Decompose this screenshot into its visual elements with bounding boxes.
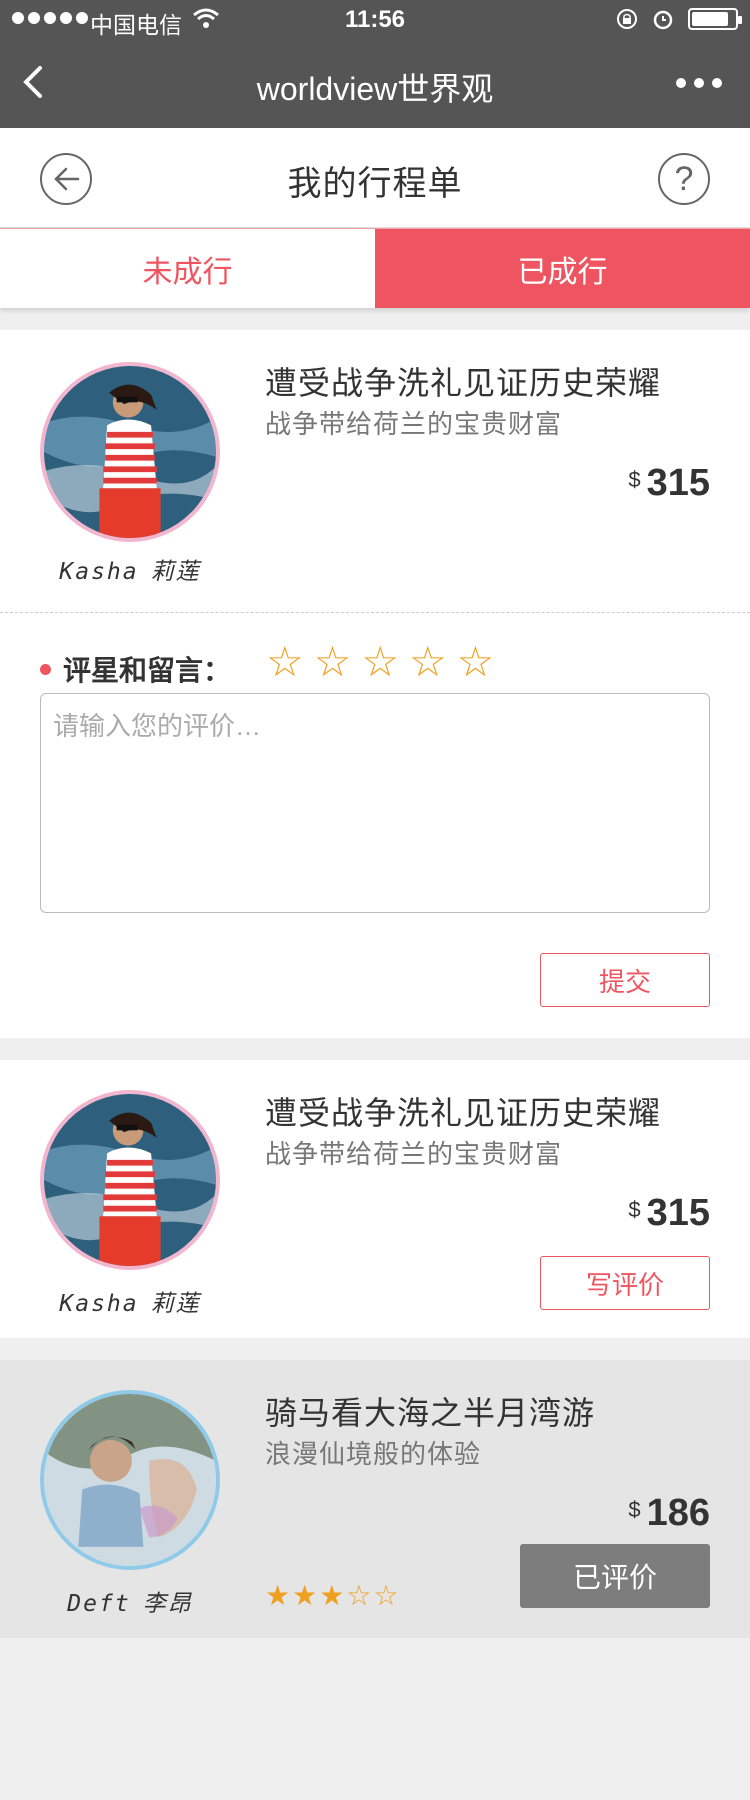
trip-price: $315: [628, 1192, 710, 1234]
guide-avatar: [40, 1090, 220, 1270]
guide-label: Kasha 莉莲: [59, 559, 201, 585]
battery-icon: [688, 8, 742, 30]
star-outline-icon[interactable]: ☆: [409, 641, 447, 683]
trip-subtitle: 战争带给荷兰的宝贵财富: [265, 409, 563, 439]
star-outline-icon[interactable]: ☆: [266, 641, 304, 683]
review-comment-input[interactable]: [40, 693, 710, 913]
more-icon[interactable]: [676, 78, 722, 88]
star-outline-icon[interactable]: ☆: [361, 641, 399, 683]
rotation-lock-icon: [617, 9, 637, 29]
trip-title: 遭受战争洗礼见证历史荣耀: [265, 365, 662, 401]
trip-price: $315: [628, 462, 710, 504]
star-rating-display: ★ ★ ★ ☆ ☆: [265, 1582, 399, 1610]
guide-label: Deft 李昂: [67, 1591, 193, 1617]
required-dot: [40, 663, 51, 675]
page-header: 我的行程单 ?: [0, 128, 750, 228]
review-form: 评星和留言： ☆☆☆☆☆ 提交: [0, 612, 750, 1038]
app-top-bar: 中国电信 11:56 worldview世界观: [0, 0, 750, 128]
guide-avatar: [40, 1390, 220, 1570]
trip-subtitle: 浪漫仙境般的体验: [265, 1439, 482, 1469]
trip-price: $186: [628, 1492, 710, 1534]
star-filled-icon: ★: [292, 1580, 318, 1611]
star-outline-icon[interactable]: ☆: [457, 641, 495, 683]
write-review-button[interactable]: 写评价: [540, 1256, 710, 1310]
star-rating-input: ☆ ☆ ☆ ☆ ☆: [266, 641, 494, 683]
tab-not-traveled[interactable]: 未成行: [0, 228, 375, 308]
review-label: 评星和留言：: [40, 649, 231, 689]
star-filled-icon: ★: [265, 1580, 291, 1611]
question-mark-icon: ?: [674, 159, 694, 198]
alarm-icon: [653, 10, 673, 30]
star-outline-icon[interactable]: ☆: [314, 641, 352, 683]
trip-tabs: 未成行 已成行: [0, 228, 750, 308]
trip-subtitle: 战争带给荷兰的宝贵财富: [265, 1139, 563, 1169]
page-title: 我的行程单: [287, 165, 463, 203]
nav-bar: worldview世界观: [0, 40, 750, 128]
submit-button[interactable]: 提交: [540, 953, 710, 1007]
guide-label: Kasha 莉莲: [59, 1291, 201, 1317]
star-outline-icon: ☆: [373, 1580, 399, 1611]
avatar-photo: [44, 366, 216, 538]
nav-title: worldview世界观: [256, 71, 494, 107]
trip-title: 遭受战争洗礼见证历史荣耀: [265, 1095, 662, 1131]
avatar-photo: [44, 1094, 216, 1266]
guide-avatar: [40, 362, 220, 542]
trip-card[interactable]: Deft 李昂 骑马看大海之半月湾游 浪漫仙境般的体验 $186 ★ ★ ★ ☆ ☆ 已评…: [0, 1360, 750, 1638]
star-outline-icon: ☆: [346, 1580, 372, 1611]
status-bar: 中国电信 11:56: [0, 0, 750, 40]
reviewed-button: 已评价: [520, 1544, 710, 1608]
trip-card[interactable]: Kasha 莉莲 遭受战争洗礼见证历史荣耀 战争带给荷兰的宝贵财富 $315 写评…: [0, 1060, 750, 1338]
star-filled-icon: ★: [319, 1580, 345, 1611]
trip-card[interactable]: Kasha 莉莲 遭受战争洗礼见证历史荣耀 战争带给荷兰的宝贵财富 $315: [0, 330, 750, 612]
avatar-photo: [44, 1394, 216, 1566]
tab-traveled[interactable]: 已成行: [375, 228, 750, 308]
trip-title: 骑马看大海之半月湾游: [265, 1395, 596, 1431]
help-button[interactable]: ?: [658, 153, 710, 205]
